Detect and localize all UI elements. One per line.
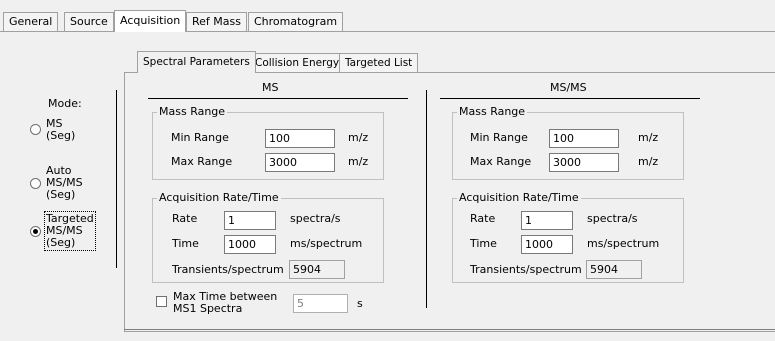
ms-rate-input[interactable]: 1 [224,211,276,230]
ms-transients-label: Transients/spectrum [172,263,284,276]
mode-targeted-msms-label[interactable]: Targeted MS/MS (Seg) [44,211,96,251]
msms-section-title: MS/MS [550,81,587,94]
msms-acquisition-legend: Acquisition Rate/Time [457,191,581,204]
ms-mass-range-legend: Mass Range [157,105,228,118]
msms-time-input[interactable]: 1000 [521,235,573,254]
ms-rate-label: Rate [172,212,198,225]
max-time-label: Max Time between MS1 Spectra [173,290,278,315]
tab-targeted-list[interactable]: Targeted List [339,53,419,73]
mode-auto-msms-label[interactable]: Auto MS/MS (Seg) [46,165,83,201]
ms-min-unit: m/z [348,131,369,144]
max-time-unit: s [357,297,363,310]
ms-time-unit: ms/spectrum [290,237,363,250]
mode-label: Mode: [48,97,82,110]
ms-min-range-input[interactable]: 100 [265,129,335,148]
ms-title-rule [148,98,408,99]
msms-title-rule [440,98,700,99]
msms-rate-label: Rate [470,212,496,225]
ms-transients-value: 5904 [289,260,345,279]
msms-rate-unit: spectra/s [587,212,638,225]
msms-rate-input[interactable]: 1 [521,211,573,230]
msms-min-unit: m/z [638,131,659,144]
msms-mass-range-legend: Mass Range [457,105,528,118]
mode-targeted-msms-radio[interactable] [30,226,41,237]
ms-section-title: MS [262,81,279,94]
mode-ms-radio[interactable] [30,124,41,135]
tab-spectral-parameters[interactable]: Spectral Parameters [137,51,256,73]
msms-max-unit: m/z [638,155,659,168]
ms-time-input[interactable]: 1000 [224,235,276,254]
msms-max-range-input[interactable]: 3000 [549,153,619,172]
mode-divider [116,90,117,268]
ms-max-range-label: Max Range [171,155,233,168]
ms-rate-unit: spectra/s [290,212,341,225]
ms-time-label: Time [172,237,199,250]
ms-max-range-input[interactable]: 3000 [265,153,335,172]
ms-min-range-label: Min Range [171,131,229,144]
msms-transients-label: Transients/spectrum [470,263,582,276]
msms-max-range-label: Max Range [470,155,532,168]
tab-source[interactable]: Source [64,12,114,32]
ms-msms-divider [426,90,427,308]
ms-max-unit: m/z [348,155,369,168]
panel-bottom-line [124,329,775,330]
max-time-input[interactable]: 5 [293,294,348,313]
ms-acquisition-legend: Acquisition Rate/Time [157,191,281,204]
tab-collision-energy[interactable]: Collision Energy [249,53,346,73]
tab-chromatogram[interactable]: Chromatogram [248,12,344,32]
msms-time-unit: ms/spectrum [587,237,660,250]
msms-transients-value: 5904 [586,260,642,279]
tab-acquisition[interactable]: Acquisition [114,10,187,32]
msms-min-range-input[interactable]: 100 [549,129,619,148]
max-time-checkbox[interactable] [156,296,167,307]
tab-general[interactable]: General [3,12,59,32]
mode-auto-msms-radio[interactable] [30,178,41,189]
tab-ref-mass[interactable]: Ref Mass [186,12,247,32]
mode-ms-label[interactable]: MS (Seg) [46,118,75,142]
msms-time-label: Time [470,237,497,250]
msms-min-range-label: Min Range [470,131,528,144]
